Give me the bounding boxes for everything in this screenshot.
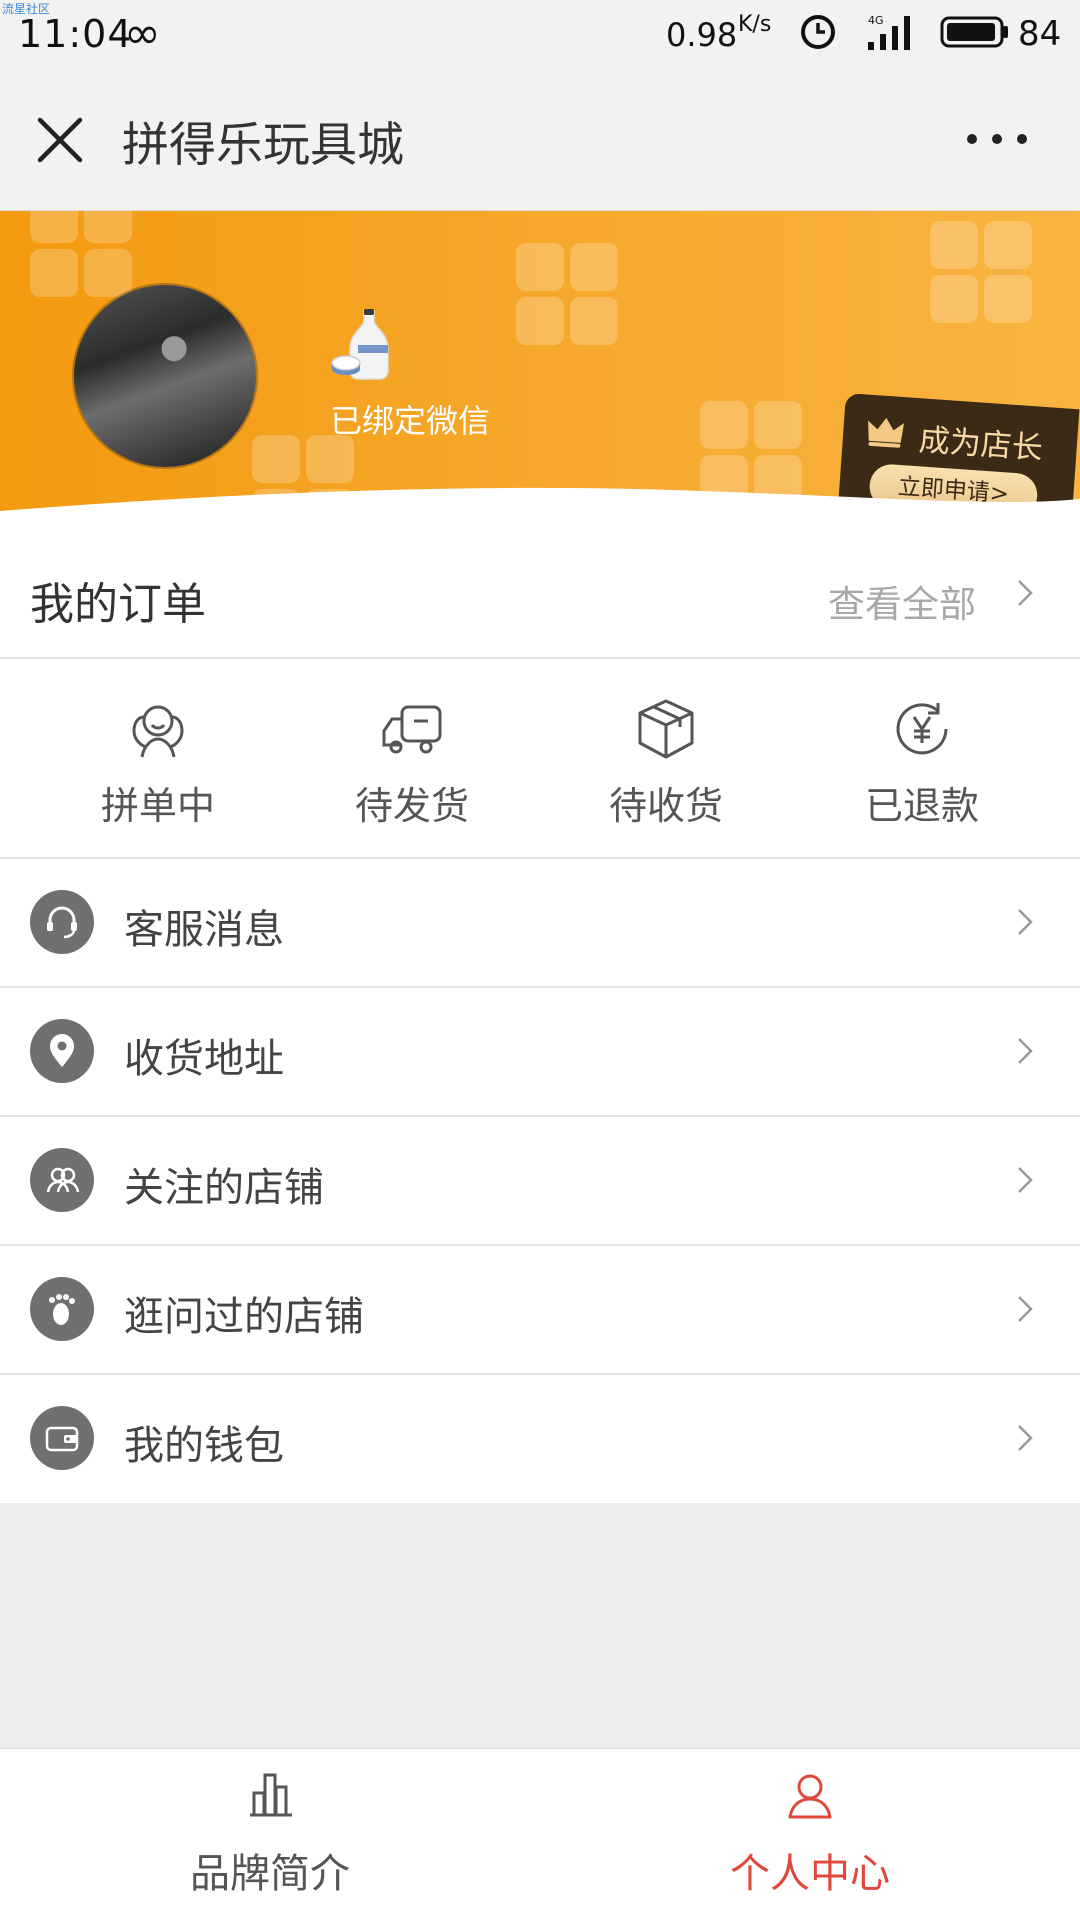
network-speed-unit: K/s: [738, 12, 772, 37]
orders-header: 我的订单 查看全部: [0, 530, 1080, 659]
order-status-label: 拼单中: [100, 784, 215, 828]
order-status-refunded[interactable]: 已退款: [822, 659, 1022, 857]
wallet-icon: [30, 1406, 94, 1470]
chevron-right-icon: [1018, 1167, 1033, 1193]
tab-personal-center[interactable]: 个人中心: [540, 1749, 1080, 1921]
bar-chart-icon: [250, 1773, 292, 1817]
refund-yen-icon: [896, 703, 948, 755]
svg-text:4G: 4G: [868, 14, 884, 27]
puzzle-pattern-icon: [930, 221, 1032, 323]
tab-label: 品牌简介: [190, 1851, 350, 1897]
shop-owner-title: 成为店长: [917, 422, 1044, 467]
footprint-icon: [30, 1277, 94, 1341]
people-icon: [30, 1148, 94, 1212]
battery-icon: [940, 16, 1008, 48]
infinity-icon: ∞: [124, 8, 161, 59]
menu-item-shipping-address[interactable]: 收货地址: [0, 988, 1080, 1117]
user-icon: [788, 1774, 832, 1819]
order-status-label: 已退款: [864, 784, 979, 828]
wechat-bind-status: 已绑定微信: [330, 402, 491, 440]
chevron-right-icon: [1018, 1296, 1033, 1322]
alarm-icon: [801, 15, 835, 49]
order-status-to-ship[interactable]: 待发货: [312, 659, 512, 857]
headset-icon: [30, 890, 94, 954]
chevron-right-icon: [1018, 1038, 1033, 1064]
truck-icon: [382, 705, 442, 754]
network-speed: 0.98: [666, 16, 738, 54]
order-status-grouping[interactable]: 拼单中: [58, 659, 258, 857]
menu-item-label: 客服消息: [124, 907, 284, 953]
menu-item-label: 关注的店铺: [124, 1165, 324, 1211]
battery-percent: 84: [1018, 14, 1062, 54]
profile-banner: 已绑定微信 成为店长 立即申请>: [0, 211, 1080, 541]
menu-item-label: 收货地址: [124, 1036, 284, 1082]
more-options-icon[interactable]: [962, 124, 1032, 154]
clock: 11:04: [18, 12, 133, 56]
orders-title: 我的订单: [30, 579, 206, 630]
order-status-to-receive[interactable]: 待收货: [566, 659, 766, 857]
tab-brand-intro[interactable]: 品牌简介: [0, 1749, 540, 1921]
crown-icon: [868, 417, 905, 448]
content-panel: 我的订单 查看全部 拼单中 待发货 待收货 已退款 客服消息 收货地址 关注的店…: [0, 530, 1080, 1503]
close-icon[interactable]: [36, 116, 84, 164]
order-status-row: 拼单中 待发货 待收货 已退款: [0, 659, 1080, 859]
page-title: 拼得乐玩具城: [122, 118, 404, 173]
menu-item-followed-shops[interactable]: 关注的店铺: [0, 1117, 1080, 1246]
avatar[interactable]: [74, 285, 256, 467]
navigation-bar: 拼得乐玩具城: [0, 66, 1080, 211]
view-all-orders-link[interactable]: 查看全部: [828, 574, 976, 628]
signal-4g-icon: 4G: [868, 14, 910, 50]
status-bar: 流星社区 11:04 ∞ 0.98 K/s 4G 84: [0, 0, 1080, 66]
order-status-label: 待发货: [354, 784, 469, 828]
tab-label: 个人中心: [730, 1851, 890, 1897]
menu-item-label: 我的钱包: [124, 1423, 284, 1469]
group-person-icon: [132, 705, 184, 758]
menu-item-visited-shops[interactable]: 逛问过的店铺: [0, 1246, 1080, 1375]
chevron-right-icon: [1018, 909, 1033, 935]
order-status-label: 待收货: [608, 784, 723, 828]
location-pin-icon: [30, 1019, 94, 1083]
menu-item-wallet[interactable]: 我的钱包: [0, 1375, 1080, 1502]
box-icon: [638, 699, 694, 759]
chevron-right-icon[interactable]: [1016, 578, 1034, 608]
chevron-right-icon: [1018, 1425, 1033, 1451]
puzzle-pattern-icon: [516, 243, 618, 345]
puzzle-pattern-icon: [30, 211, 132, 297]
sake-bottle-icon: [331, 309, 389, 380]
bottom-tab-bar: 品牌简介 个人中心: [0, 1748, 1080, 1921]
menu-item-customer-service[interactable]: 客服消息: [0, 859, 1080, 988]
menu-item-label: 逛问过的店铺: [124, 1294, 364, 1340]
